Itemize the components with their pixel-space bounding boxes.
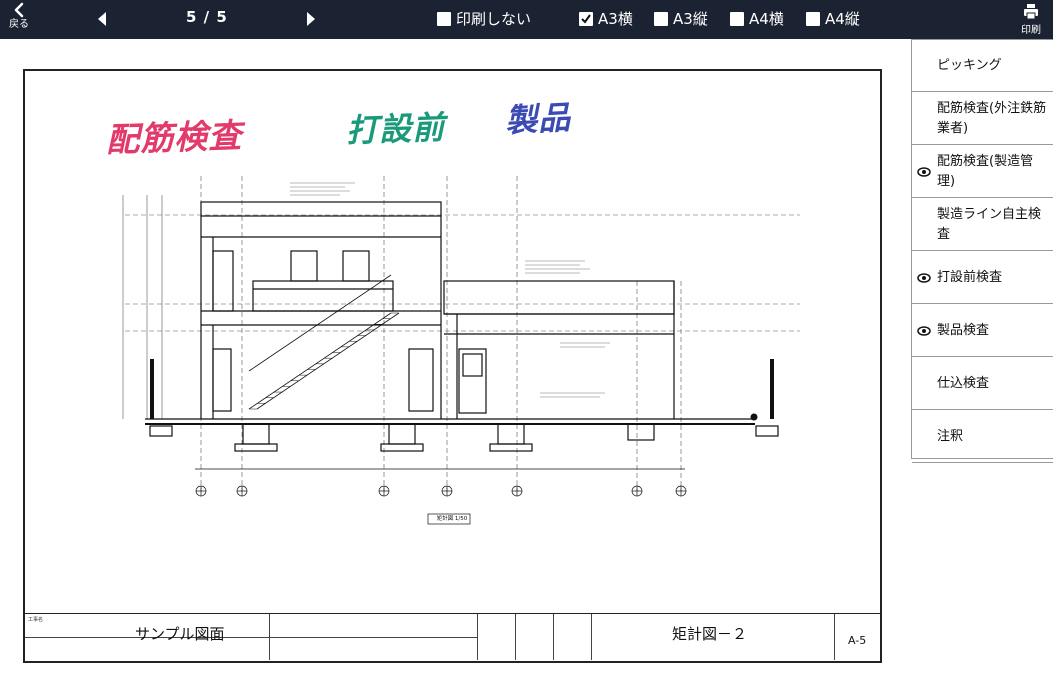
layer-item-label: 製造ライン自主検査 xyxy=(937,206,1042,242)
layer-item-label: 注釈 xyxy=(937,428,964,444)
checkbox-label: A3横 xyxy=(598,10,633,28)
title-block: 工事名 サンプル図面 矩計図－２ A-5 xyxy=(25,613,880,661)
checkbox-label: A4縦 xyxy=(825,10,860,28)
next-page-button[interactable] xyxy=(305,10,317,32)
a4-landscape-checkbox[interactable]: A4横 xyxy=(730,8,784,29)
layer-item-line-self-inspection[interactable]: 製造ライン自主検査 xyxy=(912,199,1053,251)
checkbox-box[interactable] xyxy=(806,11,820,26)
no-print-checkbox[interactable]: 印刷しない xyxy=(437,8,531,29)
chevron-left-icon xyxy=(14,2,24,18)
print-button[interactable]: 印刷 xyxy=(1015,3,1047,37)
inspection-layer-panel: ピッキング 配筋検査(外注鉄筋業者) 配筋検査(製造管理) 製造ライン自主検査 … xyxy=(911,39,1053,463)
eye-icon[interactable] xyxy=(917,166,931,177)
checkbox-box[interactable] xyxy=(730,11,744,26)
layer-item-label: 打設前検査 xyxy=(937,269,1003,285)
annotation-rebar-inspection[interactable]: 配筋検査 xyxy=(105,109,243,162)
eye-icon[interactable] xyxy=(917,325,931,336)
triangle-right-icon xyxy=(307,12,315,26)
checkbox-box[interactable] xyxy=(579,11,593,26)
checkbox-label: 印刷しない xyxy=(456,10,532,28)
triangle-left-icon xyxy=(98,12,106,26)
a3-portrait-checkbox[interactable]: A3縦 xyxy=(654,8,708,29)
top-toolbar: 戻る 5 / 5 印刷しない A3横 A3縦 A4横 A4縦 印刷 xyxy=(0,0,1053,39)
print-label: 印刷 xyxy=(1021,25,1041,36)
drawing-name-cell: 矩計図－２ xyxy=(592,614,835,660)
back-label: 戻る xyxy=(9,19,29,30)
layer-item-preparation[interactable]: 仕込検査 xyxy=(912,358,1053,410)
layer-item-label: 配筋検査(製造管理) xyxy=(937,153,1034,189)
eye-icon[interactable] xyxy=(917,272,931,283)
a3-landscape-checkbox[interactable]: A3横 xyxy=(579,8,633,29)
project-name: サンプル図面 xyxy=(135,625,225,643)
drawing-number-cell: A-5 xyxy=(835,614,880,660)
layer-item-picking[interactable]: ピッキング xyxy=(912,40,1053,92)
layer-item-rebar-subcontractor[interactable]: 配筋検査(外注鉄筋業者) xyxy=(912,93,1053,145)
checkbox-label: A4横 xyxy=(749,10,784,28)
a4-portrait-checkbox[interactable]: A4縦 xyxy=(806,8,860,29)
checkbox-label: A3縦 xyxy=(673,10,708,28)
layer-item-label: 配筋検査(外注鉄筋業者) xyxy=(937,100,1047,136)
layer-item-product[interactable]: 製品検査 xyxy=(912,305,1053,357)
checkbox-box[interactable] xyxy=(654,11,668,26)
drawing-name: 矩計図－２ xyxy=(672,625,748,643)
layer-item-annotation[interactable]: 注釈 xyxy=(912,411,1053,463)
layer-item-label: 製品検査 xyxy=(937,322,990,338)
drawing-caption: 矩計図 1/50 xyxy=(436,516,468,522)
project-name-cell: 工事名 サンプル図面 xyxy=(25,614,270,660)
page-indicator: 5 / 5 xyxy=(186,8,228,26)
layer-item-label: 仕込検査 xyxy=(937,375,990,391)
previous-page-button[interactable] xyxy=(96,10,108,32)
printer-icon xyxy=(1024,4,1038,20)
drawing-number: A-5 xyxy=(848,634,867,647)
annotation-product[interactable]: 製品 xyxy=(504,92,572,141)
author-cell xyxy=(554,614,592,660)
checker-cell xyxy=(516,614,554,660)
checkbox-box[interactable] xyxy=(437,11,451,26)
approver-cell xyxy=(478,614,516,660)
layer-item-label: ピッキング xyxy=(937,57,1002,73)
blank-cell xyxy=(270,614,478,660)
back-button[interactable]: 戻る xyxy=(4,2,34,37)
checkmark-icon xyxy=(581,13,591,24)
annotation-pre-pour[interactable]: 打設前 xyxy=(345,102,446,151)
layer-item-pre-pour[interactable]: 打設前検査 xyxy=(912,252,1053,304)
layer-item-rebar-production[interactable]: 配筋検査(製造管理) xyxy=(912,146,1053,198)
